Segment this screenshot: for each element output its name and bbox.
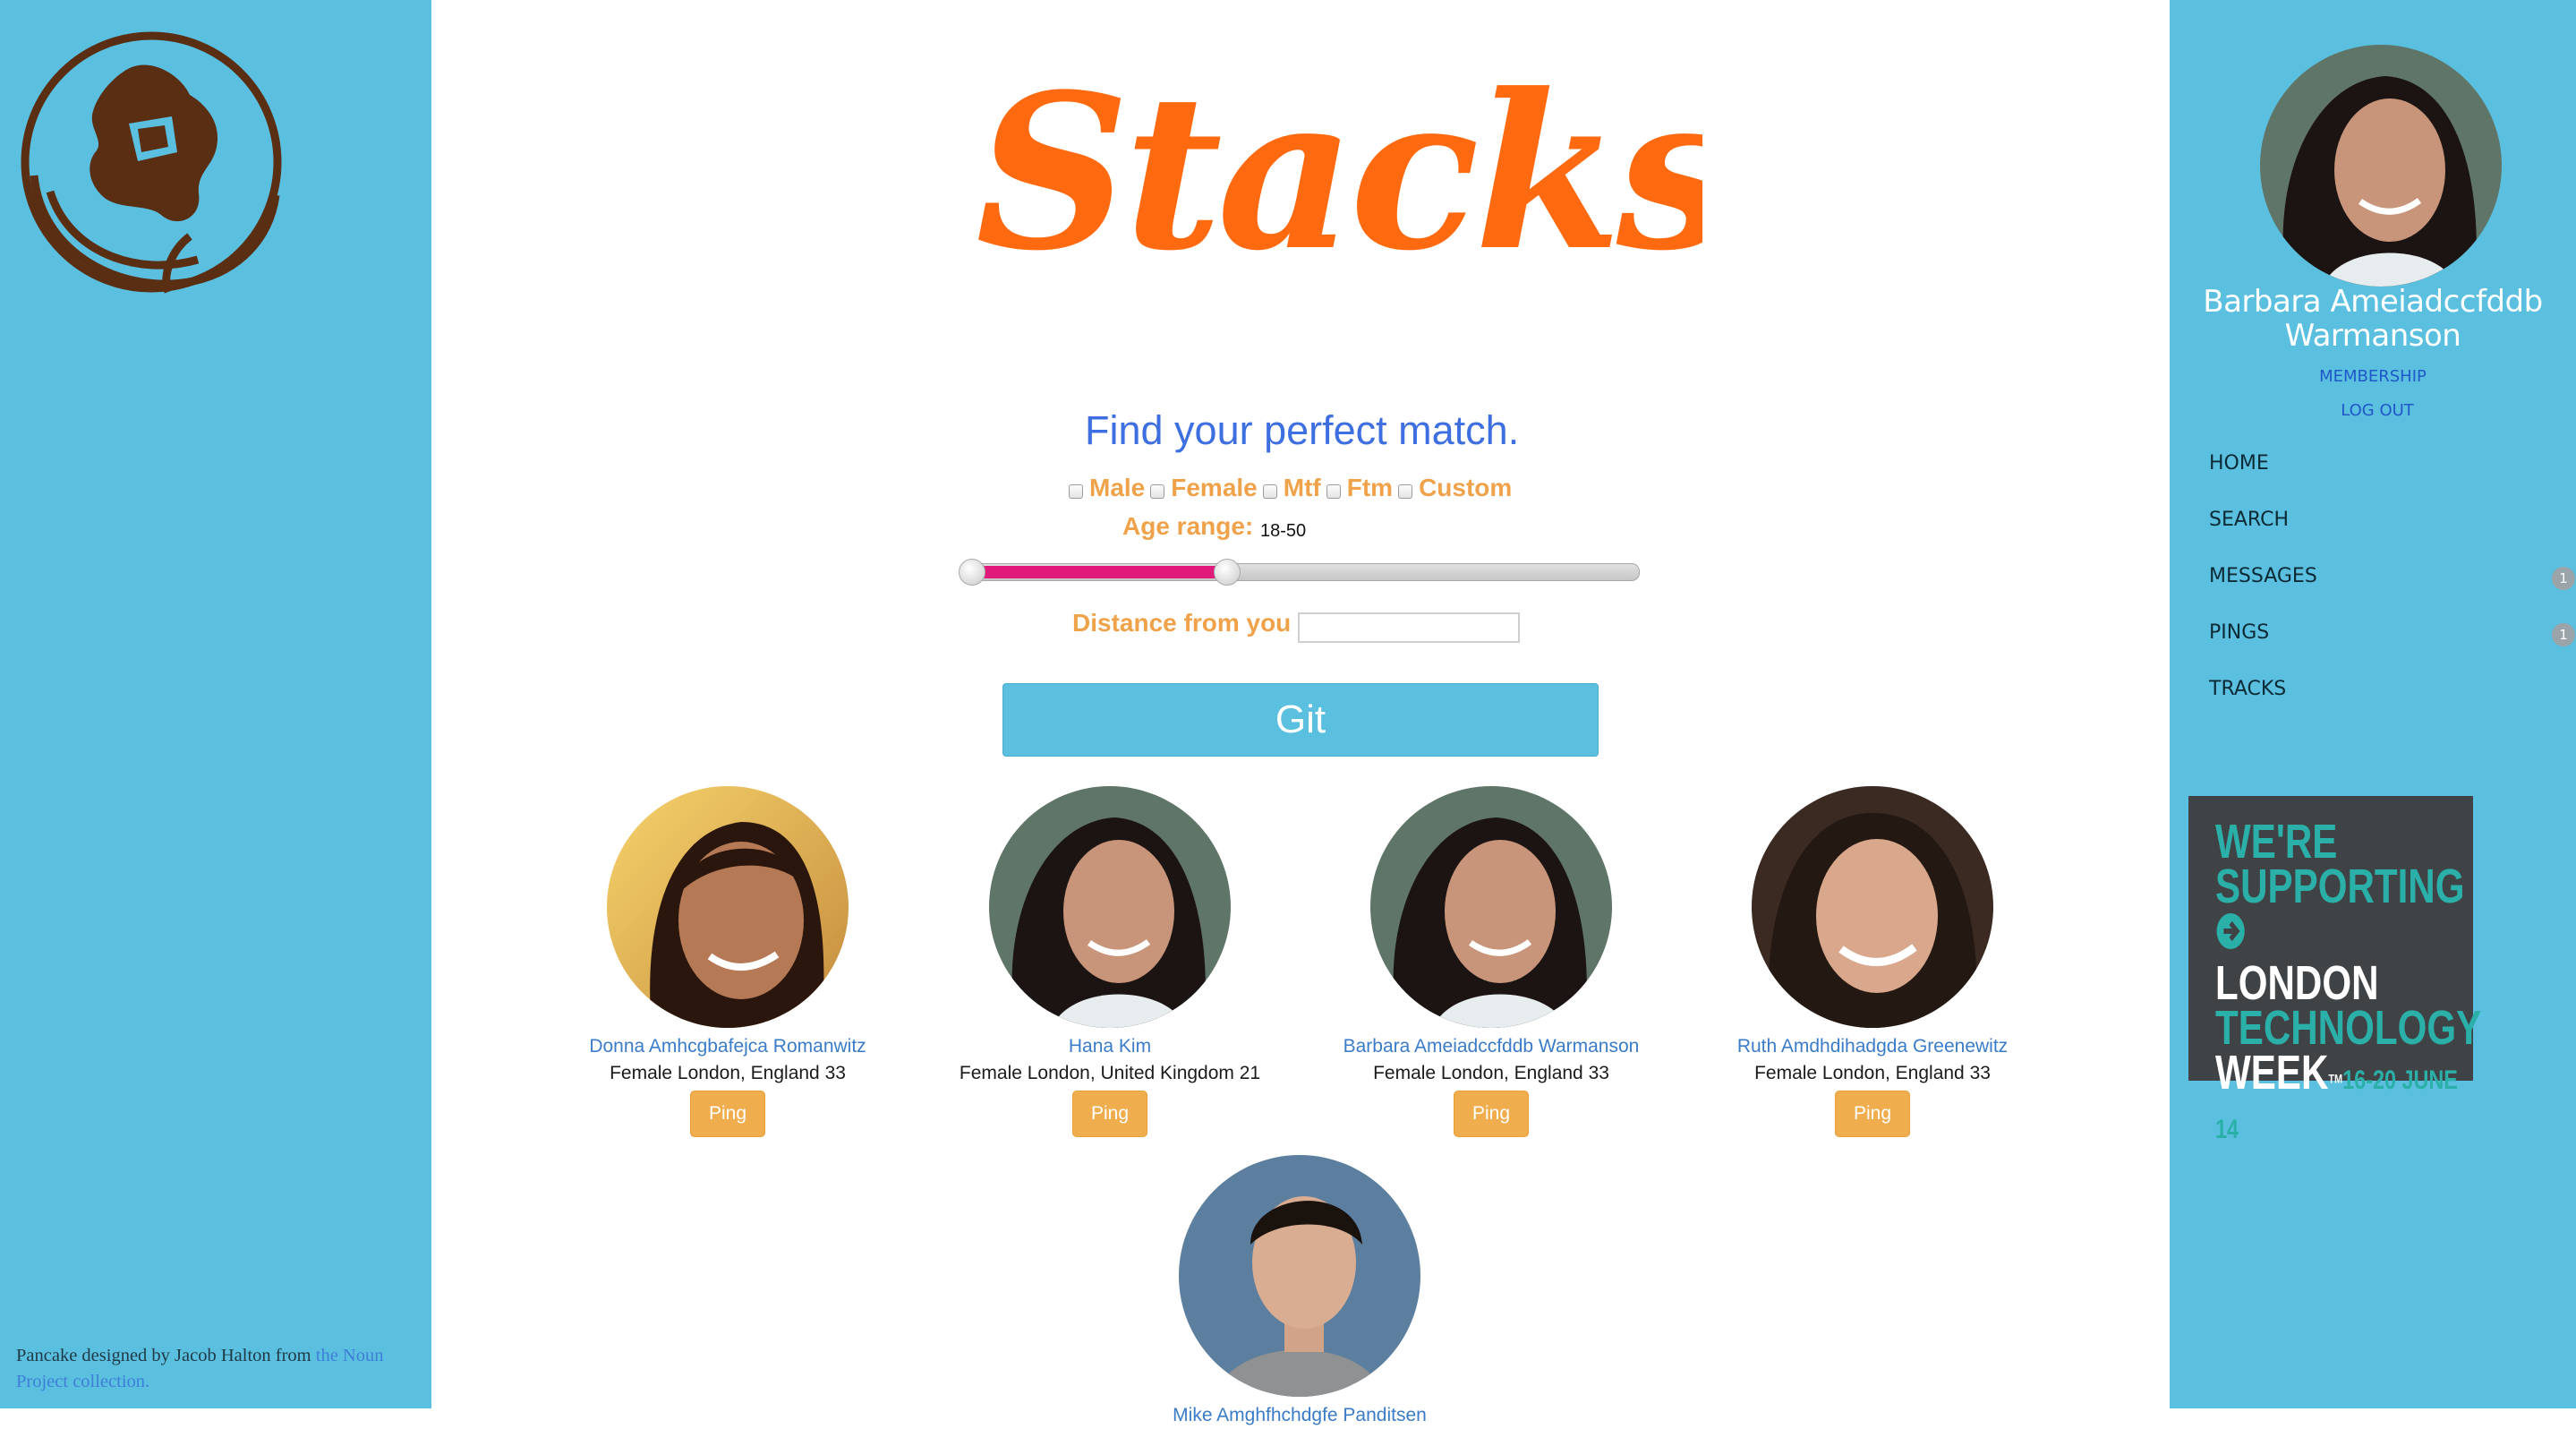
result-info: Female London, England 33: [1373, 1063, 1609, 1083]
ping-button[interactable]: Ping: [1072, 1091, 1147, 1137]
result-name[interactable]: Mike Amghfhchdgfe Panditsen: [1112, 1402, 1488, 1429]
nav-item-pings[interactable]: PINGS 1: [2209, 615, 2576, 672]
checkbox-ftm[interactable]: [1326, 484, 1341, 499]
result-card: Mike Amghfhchdgfe Panditsen: [1112, 1155, 1488, 1429]
ping-button[interactable]: Ping: [1835, 1091, 1910, 1137]
age-range-label: Age range:: [1122, 512, 1254, 540]
age-range-value: 18-50: [1260, 521, 1307, 541]
promo-line4: TECHNOLOGY: [2215, 1001, 2482, 1055]
result-card: Donna Amhcgbafejca Romanwitz Female Lond…: [540, 786, 916, 1137]
profile-photo[interactable]: [607, 786, 849, 1028]
age-range-slider[interactable]: [959, 559, 1640, 586]
label-female: Female: [1171, 474, 1258, 501]
distance-input[interactable]: [1298, 612, 1520, 643]
nav-label: TRACKS: [2209, 678, 2287, 700]
profile-name: Barbara Ameiadccfddb Warmanson: [2170, 285, 2576, 353]
left-sidebar: Pancake designed by Jacob Halton from th…: [0, 0, 431, 1408]
checkbox-female[interactable]: [1150, 484, 1165, 499]
main-nav: HOME SEARCH MESSAGES 1 PINGS 1 TRACKS: [2209, 446, 2576, 728]
profile-name-line1: Barbara Ameiadccfddb: [2203, 284, 2543, 320]
result-info: Female London, United Kingdom 21: [959, 1063, 1261, 1083]
nav-item-search[interactable]: SEARCH: [2209, 502, 2576, 559]
messages-count-badge: 1: [2552, 567, 2575, 590]
nav-item-tracks[interactable]: TRACKS: [2209, 672, 2576, 728]
result-info: Female London, England 33: [1754, 1063, 1991, 1083]
profile-photo[interactable]: [1752, 786, 1993, 1028]
promo-line5: WEEK: [2215, 1046, 2329, 1100]
logo-credit: Pancake designed by Jacob Halton from th…: [16, 1343, 410, 1395]
checkbox-mtf[interactable]: [1262, 484, 1277, 499]
avatar[interactable]: [2260, 45, 2502, 287]
right-sidebar: Barbara Ameiadccfddb Warmanson MEMBERSHI…: [2170, 0, 2576, 1408]
nav-label: MESSAGES: [2209, 565, 2317, 587]
brand-logo[interactable]: Stacksy: [968, 32, 1872, 355]
label-ftm: Ftm: [1346, 474, 1394, 501]
distance-label: Distance from you: [1072, 609, 1292, 637]
credit-text: Pancake designed by Jacob Halton from: [16, 1346, 316, 1365]
result-card: Ruth Amdhdihadgda Greenewitz Female Lond…: [1685, 786, 2060, 1137]
profile-photo[interactable]: [989, 786, 1231, 1028]
checkbox-male[interactable]: [1069, 484, 1083, 499]
promo-line1: WE'RE: [2215, 815, 2338, 869]
result-name[interactable]: Hana Kim: [922, 1033, 1298, 1060]
brand-title: Stacksy: [976, 48, 1702, 298]
slider-range-fill: [964, 566, 1226, 578]
result-card: Barbara Ameiadccfddb Warmanson Female Lo…: [1303, 786, 1679, 1137]
slider-handle-max[interactable]: [1213, 559, 1241, 586]
promo-line3: LONDON: [2215, 956, 2379, 1010]
promo-text: WE'RE SUPPORTING LONDON TECHNOLOGY WEEKT…: [2215, 815, 2482, 1157]
pings-count-badge: 1: [2552, 623, 2575, 646]
london-tech-week-banner[interactable]: WE'RE SUPPORTING LONDON TECHNOLOGY WEEKT…: [2188, 796, 2481, 1144]
membership-link[interactable]: MEMBERSHIP: [2170, 367, 2576, 386]
nav-item-home[interactable]: HOME: [2209, 446, 2576, 502]
gender-filter: Male Female Mtf Ftm Custom: [1067, 470, 1512, 506]
slider-handle-min[interactable]: [959, 559, 985, 586]
search-submit-button[interactable]: Git: [1002, 683, 1599, 757]
logout-link[interactable]: LOG OUT: [2174, 401, 2576, 420]
result-info: Female London, England 33: [610, 1063, 846, 1083]
tagline-text: Find your perfect match.: [1085, 407, 1520, 453]
result-name[interactable]: Barbara Ameiadccfddb Warmanson: [1303, 1033, 1679, 1060]
promo-trademark: TM: [2328, 1071, 2343, 1086]
arrow-circle-icon: [2216, 913, 2245, 949]
ping-button[interactable]: Ping: [690, 1091, 765, 1137]
nav-item-messages[interactable]: MESSAGES 1: [2209, 559, 2576, 615]
checkbox-custom[interactable]: [1398, 484, 1413, 499]
promo-line2: SUPPORTING: [2215, 860, 2465, 913]
label-custom: Custom: [1419, 474, 1513, 501]
result-card: Hana Kim Female London, United Kingdom 2…: [922, 786, 1298, 1137]
profile-name-line2: Warmanson: [2284, 318, 2461, 354]
profile-photo[interactable]: [1179, 1155, 1420, 1397]
label-male: Male: [1089, 474, 1146, 501]
profile-photo[interactable]: [1370, 786, 1612, 1028]
ping-button[interactable]: Ping: [1454, 1091, 1529, 1137]
pancake-icon[interactable]: [14, 16, 288, 301]
nav-label: SEARCH: [2209, 509, 2290, 531]
result-name[interactable]: Ruth Amdhdihadgda Greenewitz: [1685, 1033, 2060, 1060]
nav-label: HOME: [2209, 452, 2269, 475]
nav-label: PINGS: [2209, 621, 2270, 644]
label-mtf: Mtf: [1283, 474, 1321, 501]
result-name[interactable]: Donna Amhcgbafejca Romanwitz: [540, 1033, 916, 1060]
